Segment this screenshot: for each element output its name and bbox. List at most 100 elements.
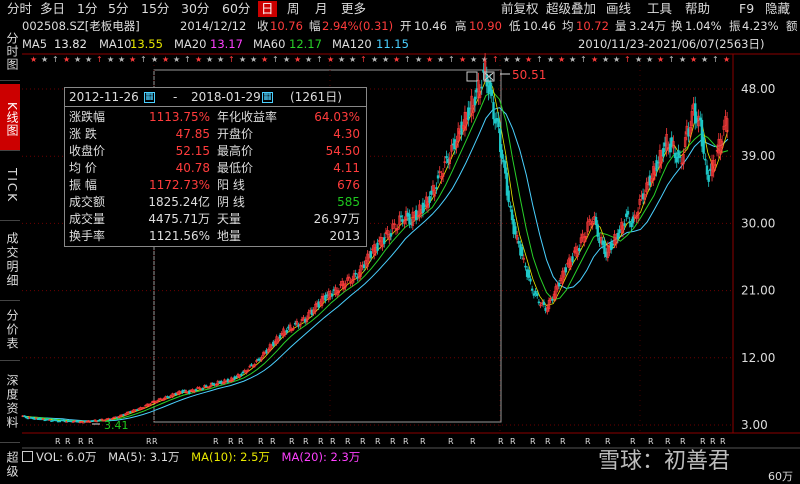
start-calendar-icon[interactable]: ▦ — [144, 92, 155, 103]
event-star: ★ — [239, 55, 246, 64]
rights-marker: R — [88, 437, 94, 446]
side-tab-price-distribution[interactable]: 分价表 — [0, 304, 20, 356]
tab-day[interactable]: 日 — [258, 1, 277, 17]
f9-button[interactable]: F9 — [736, 1, 757, 17]
event-star: ★ — [558, 55, 565, 64]
ma-legend: MA5 13.82 MA10 13.55 MA20 13.17 MA60 12.… — [22, 36, 800, 53]
event-star: ★ — [437, 55, 444, 64]
tab-5min[interactable]: 5分 — [105, 1, 131, 17]
popup-stat-row: 收盘价 52.15 最高价 54.50 — [65, 143, 366, 159]
candle-body — [616, 232, 620, 240]
rights-marker: R — [420, 437, 426, 446]
candle-body — [527, 269, 531, 278]
rights-marker: R — [289, 437, 295, 446]
event-star: ★ — [261, 55, 268, 64]
price-tick-label: 48.00 — [741, 82, 775, 96]
candle-body — [467, 107, 470, 121]
stat-label: 年化收益率 — [217, 110, 278, 124]
event-star: ★ — [162, 55, 169, 64]
rights-marker: R — [303, 437, 309, 446]
candle-body — [564, 267, 567, 273]
candle-body — [480, 86, 483, 89]
stat-value: 4475.71万 — [148, 212, 210, 226]
candle-body — [673, 152, 677, 158]
popup-divider — [65, 106, 366, 107]
popup-date-sep: - — [173, 90, 178, 104]
candle-body — [240, 373, 243, 376]
event-star: ★ — [679, 55, 686, 64]
rights-marker: R — [498, 437, 504, 446]
candle-body — [623, 223, 626, 226]
super-overlay-button[interactable]: 超级叠加 — [543, 1, 599, 17]
tools-button[interactable]: 工具 — [644, 1, 675, 17]
rights-marker: R — [270, 437, 276, 446]
popup-start-date[interactable]: 2012-11-26 — [69, 89, 139, 105]
ma60-label: MA60 — [253, 37, 286, 51]
candle-body — [571, 256, 574, 262]
event-star: ★ — [151, 55, 158, 64]
range-stats-popup: 2012-11-26 ▦ - 2018-01-29 ▦ (1261日) 涨跌幅 1… — [64, 87, 367, 247]
candle-body — [504, 161, 507, 174]
side-tab-kline[interactable]: K线图 — [0, 84, 20, 150]
draw-line-button[interactable]: 画线 — [603, 1, 634, 17]
side-tab-divider — [0, 150, 20, 151]
candle-body — [631, 216, 635, 224]
event-star: ★ — [635, 55, 642, 64]
tab-1min[interactable]: 1分 — [74, 1, 100, 17]
help-button[interactable]: 帮助 — [682, 1, 713, 17]
tab-30min[interactable]: 30分 — [178, 1, 212, 17]
rights-marker: R — [390, 437, 396, 446]
price-tick-label: 30.00 — [741, 216, 775, 230]
candle-body — [324, 295, 327, 301]
side-tab-super[interactable]: 超级 — [0, 446, 20, 484]
tab-more[interactable]: 更多 — [338, 1, 369, 17]
stat-label: 涨跌幅 — [69, 110, 106, 124]
candle-body — [509, 206, 512, 208]
side-tab-divider — [0, 80, 20, 81]
event-star: ↑ — [272, 55, 279, 64]
event-star: ↑ — [360, 55, 367, 64]
candle-body — [630, 222, 633, 228]
event-star: ★ — [701, 55, 708, 64]
candle-body — [428, 196, 431, 203]
candle-body — [609, 242, 613, 251]
candle-body — [436, 175, 440, 179]
event-star: ↑ — [712, 55, 719, 64]
end-calendar-icon[interactable]: ▦ — [262, 92, 273, 103]
side-tab-tick[interactable]: TICK — [0, 154, 20, 218]
event-star: ↑ — [448, 55, 455, 64]
event-star: ★ — [503, 55, 510, 64]
event-star: ★ — [349, 55, 356, 64]
popup-end-date[interactable]: 2018-01-29 — [191, 89, 261, 105]
ma120-value: 11.15 — [376, 37, 409, 51]
stat-value: 4.11 — [333, 161, 360, 175]
popup-stat-row: 均 价 40.78 最低价 4.11 — [65, 160, 366, 176]
tab-15min[interactable]: 15分 — [138, 1, 172, 17]
hide-button[interactable]: 隐藏 — [762, 1, 793, 17]
watermark-text: 雪球：初善君 — [598, 449, 731, 474]
tab-minute[interactable]: 分时 — [4, 1, 35, 17]
side-tab-trade-details[interactable]: 成交明细 — [0, 226, 20, 294]
candle-body — [704, 158, 707, 161]
candle-body — [490, 89, 494, 96]
candle-body — [399, 215, 403, 218]
candle-body — [383, 237, 386, 244]
event-star: ↑ — [96, 55, 103, 64]
tab-month[interactable]: 月 — [312, 1, 331, 17]
side-tab-timeshare[interactable]: 分时图 — [0, 26, 20, 76]
stat-label: 天量 — [217, 212, 242, 226]
volume-toggle-icon[interactable] — [22, 451, 33, 462]
stat-label: 振 幅 — [69, 178, 97, 192]
tab-week[interactable]: 周 — [284, 1, 303, 17]
change-value: 2.94%(0.31) — [322, 19, 394, 33]
tab-multi-day[interactable]: 多日 — [37, 1, 68, 17]
candle-body — [520, 247, 524, 257]
vol-ma20: MA(20): 2.3万 — [281, 450, 361, 464]
forward-adjust-button[interactable]: 前复权 — [498, 1, 542, 17]
snapshot-icon[interactable] — [466, 71, 478, 82]
candle-body — [194, 389, 198, 391]
candle-body — [201, 388, 204, 390]
side-tab-depth-info[interactable]: 深度资料 — [0, 366, 20, 438]
rights-marker: R — [55, 437, 61, 446]
tab-60min[interactable]: 60分 — [219, 1, 253, 17]
